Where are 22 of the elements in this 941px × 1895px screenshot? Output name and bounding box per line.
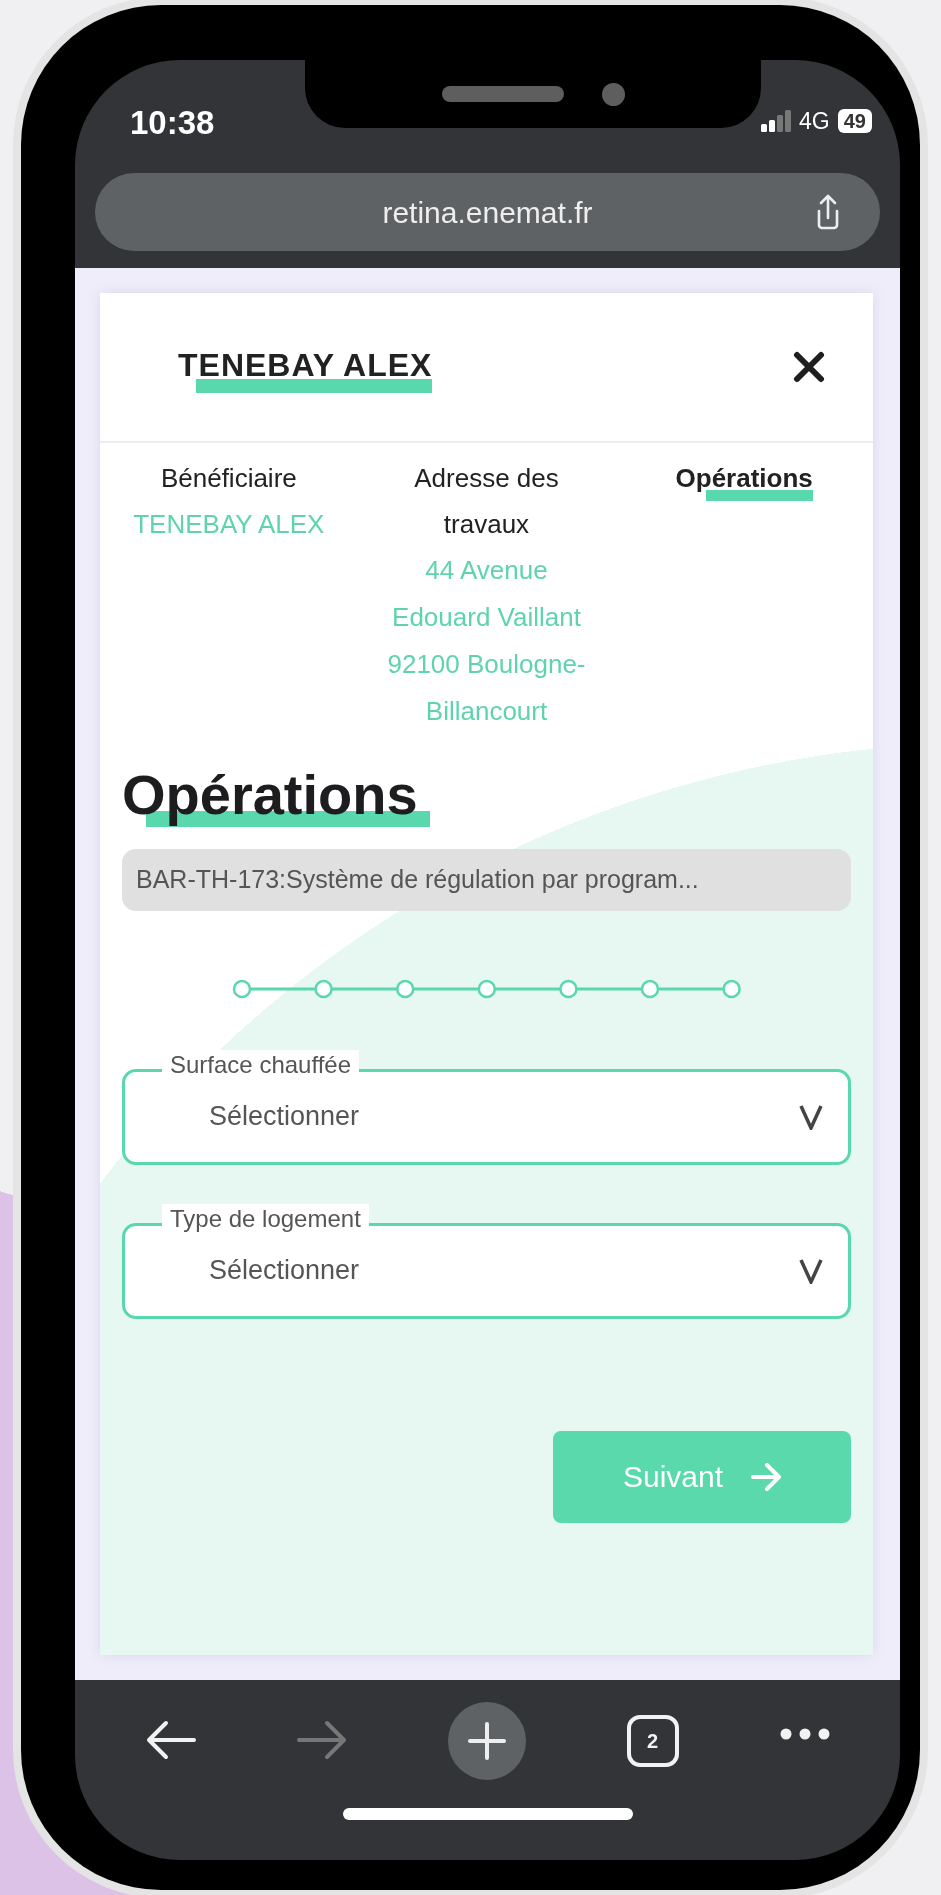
step-tab[interactable]: Adresse des travaux xyxy=(386,455,587,547)
address-bar[interactable]: retina.enemat.fr xyxy=(95,173,880,251)
operation-label: BAR-TH-173:Système de régulation par program... xyxy=(122,849,851,911)
chevron-down-icon xyxy=(799,1257,823,1284)
tab-value: TENEBAY ALEX xyxy=(132,508,326,541)
forward-button[interactable] xyxy=(296,1720,347,1760)
arrow-right-icon xyxy=(296,1720,347,1760)
tab-value: 44 Avenue Edouard Vaillant 92100 Boulogne-Billancourt xyxy=(386,554,587,728)
tabs-button[interactable]: 2 xyxy=(626,1715,679,1767)
close-icon[interactable] xyxy=(793,351,825,383)
field-label: Type de logement xyxy=(162,1203,369,1234)
clock-time: 10:38 xyxy=(130,103,216,143)
signal-icon xyxy=(761,110,792,133)
step-tab[interactable]: Bénéficiaire xyxy=(160,455,297,501)
plus-icon xyxy=(467,1722,506,1760)
battery-level: 49 xyxy=(837,109,872,134)
back-button[interactable] xyxy=(145,1720,196,1760)
chevron-down-icon xyxy=(799,1103,823,1130)
network-type: 4G xyxy=(799,107,830,136)
arrow-right-icon xyxy=(751,1462,782,1491)
url-text: retina.enemat.fr xyxy=(382,194,593,231)
arrow-left-icon xyxy=(145,1720,196,1760)
